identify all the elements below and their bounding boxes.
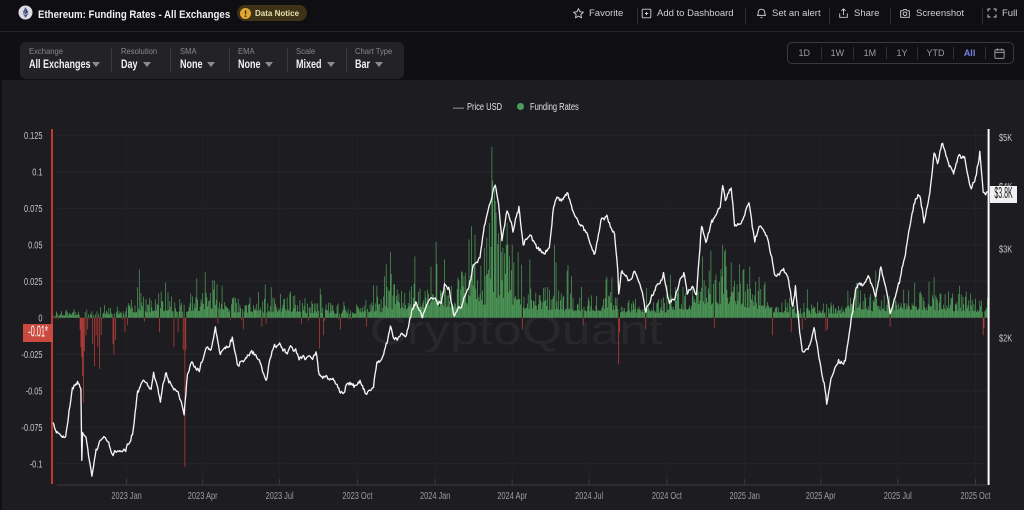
svg-text:2023 Oct: 2023 Oct (342, 491, 372, 502)
svg-text:2025 Apr: 2025 Apr (806, 491, 836, 502)
svg-text:2025 Jul: 2025 Jul (884, 491, 912, 502)
svg-text:-0.05: -0.05 (26, 386, 43, 397)
svg-text:$3K: $3K (999, 245, 1012, 256)
svg-text:-0.1: -0.1 (30, 459, 43, 470)
svg-text:-0.01*: -0.01* (28, 324, 48, 341)
svg-text:2024 Jan: 2024 Jan (420, 491, 450, 502)
svg-text:2024 Oct: 2024 Oct (652, 491, 682, 502)
svg-text:0.05: 0.05 (28, 240, 43, 251)
svg-text:0.025: 0.025 (24, 277, 43, 288)
svg-text:0.125: 0.125 (24, 131, 43, 142)
svg-text:2025 Oct: 2025 Oct (961, 491, 991, 502)
svg-text:2024 Jul: 2024 Jul (575, 491, 603, 502)
svg-text:0.075: 0.075 (24, 204, 43, 215)
svg-text:$5K: $5K (999, 133, 1012, 144)
svg-text:-0.025: -0.025 (22, 350, 43, 361)
svg-text:0.1: 0.1 (32, 167, 43, 178)
svg-text:2025 Jan: 2025 Jan (730, 491, 760, 502)
svg-text:$3.8K: $3.8K (994, 185, 1012, 202)
svg-text:2024 Apr: 2024 Apr (497, 491, 527, 502)
svg-text:2023 Apr: 2023 Apr (188, 491, 218, 502)
svg-text:2023 Jan: 2023 Jan (111, 491, 141, 502)
svg-text:$2K: $2K (999, 333, 1012, 344)
svg-text:2023 Jul: 2023 Jul (266, 491, 294, 502)
svg-text:-0.075: -0.075 (22, 423, 43, 434)
